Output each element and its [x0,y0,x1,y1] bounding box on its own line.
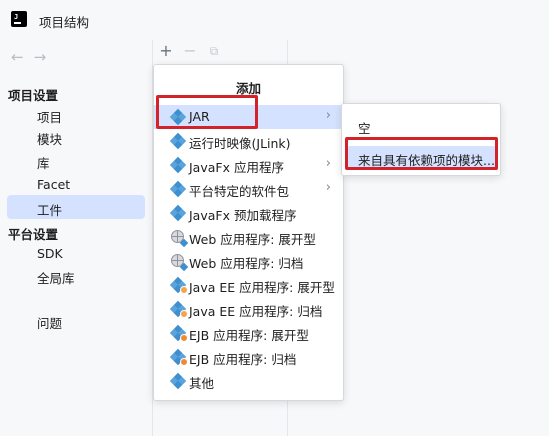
add-popup-menu: 添加 JAR › 运行时映像(JLink) JavaFx 应用程序 › 平台特定… [153,64,344,401]
menu-item-javafx-app[interactable]: JavaFx 应用程序 › [154,153,343,177]
module-diamond-icon [169,108,187,126]
sidebar-item-project[interactable]: 项目 [37,107,62,126]
section-title-project-settings: 项目设置 [8,88,59,103]
menu-item-runtime-image[interactable]: 运行时映像(JLink) [154,129,343,153]
java-ee-icon [169,276,188,294]
title-bar: J 项目结构 [0,0,549,40]
sidebar-selection-highlight [7,195,145,219]
module-diamond-icon [169,132,187,150]
window-title: 项目结构 [39,15,90,30]
sidebar-item-global-libraries[interactable]: 全局库 [37,268,75,287]
chevron-right-icon: › [325,180,331,195]
menu-item-javafx-preloader[interactable]: JavaFx 预加载程序 [154,201,343,225]
menu-item-web-archive[interactable]: Web 应用程序: 归档 [154,249,343,273]
forward-arrow-icon[interactable]: → [34,48,57,66]
module-diamond-icon [169,372,187,390]
jar-submenu: 空 来自具有依赖项的模块... [341,103,501,176]
sidebar-item-libraries[interactable]: 库 [37,153,50,172]
menu-item-other[interactable]: 其他 [154,369,343,393]
sidebar-item-facets[interactable]: Facet [37,177,70,192]
submenu-item-empty[interactable]: 空 [342,114,500,138]
menu-item-platform-package[interactable]: 平台特定的软件包 › [154,177,343,201]
back-arrow-icon[interactable]: ← [11,48,34,66]
submenu-item-from-modules-with-dependencies[interactable]: 来自具有依赖项的模块... [347,146,496,170]
chevron-right-icon: › [325,108,331,123]
menu-item-jar[interactable]: JAR › [154,105,343,129]
module-diamond-icon [169,204,187,222]
module-diamond-icon [169,180,187,198]
web-globe-icon [171,254,189,272]
menu-item-ejb-archive[interactable]: EJB 应用程序: 归档 [154,345,343,369]
web-globe-icon [171,230,189,248]
sidebar-item-sdk[interactable]: SDK [37,246,63,261]
add-icon[interactable]: + [157,42,175,60]
remove-icon[interactable]: − [181,42,199,60]
menu-item-ejb-exploded[interactable]: EJB 应用程序: 展开型 [154,321,343,345]
module-diamond-icon [169,156,187,174]
ejb-icon [169,348,188,366]
sidebar: ←→ 项目设置 项目 模块 库 Facet 工件 平台设置 SDK 全局库 问题 [0,40,152,436]
ejb-icon [169,324,188,342]
app-logo-icon: J [11,11,27,27]
sidebar-item-problems[interactable]: 问题 [37,313,62,332]
section-title-platform-settings: 平台设置 [8,227,59,242]
sidebar-item-artifacts[interactable]: 工件 [37,200,62,219]
nav-arrows: ←→ [11,48,56,66]
sidebar-item-modules[interactable]: 模块 [37,129,62,148]
menu-item-web-exploded[interactable]: Web 应用程序: 展开型 [154,225,343,249]
chevron-right-icon: › [325,156,331,171]
menu-item-javaee-archive[interactable]: Java EE 应用程序: 归档 [154,297,343,321]
menu-item-javaee-exploded[interactable]: Java EE 应用程序: 展开型 [154,273,343,297]
menu-header: 添加 [235,81,261,96]
copy-icon[interactable]: ⧉ [205,42,223,60]
java-ee-icon [169,300,188,318]
